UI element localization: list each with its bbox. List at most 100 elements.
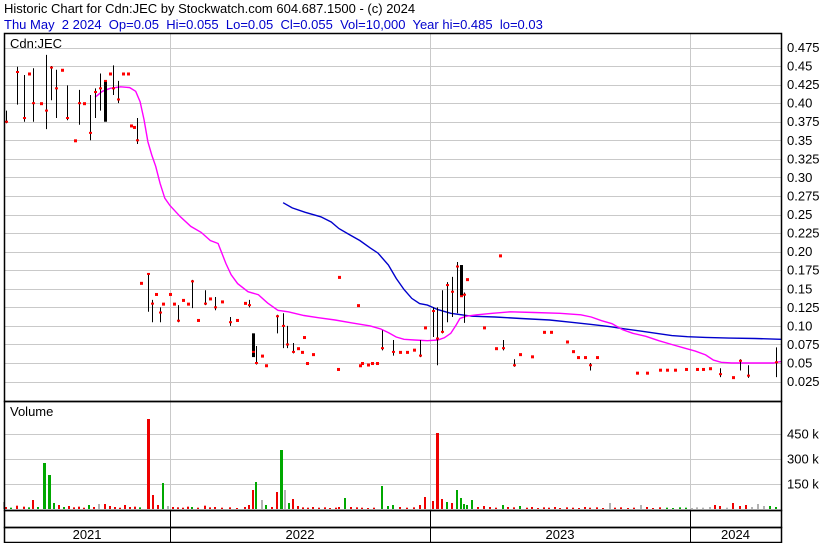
volume-bar bbox=[596, 507, 598, 509]
volume-bar bbox=[312, 507, 314, 509]
close-dot bbox=[297, 347, 300, 351]
volume-bar bbox=[297, 506, 299, 509]
volume-bar bbox=[271, 507, 273, 509]
volume-bar bbox=[559, 508, 561, 509]
volume-bar bbox=[157, 505, 159, 509]
volume-bar bbox=[335, 507, 337, 509]
volume-bar bbox=[614, 507, 616, 509]
volume-bar bbox=[114, 507, 116, 509]
volume-bar bbox=[221, 507, 223, 509]
close-dot bbox=[732, 376, 735, 380]
volume-bar bbox=[78, 506, 80, 509]
close-dot bbox=[122, 72, 125, 76]
volume-bar bbox=[318, 507, 320, 509]
volume-bar bbox=[248, 505, 250, 509]
close-tick bbox=[5, 120, 8, 123]
price-axis-label: 0.35 bbox=[787, 133, 812, 148]
volume-bar bbox=[578, 508, 580, 509]
volume-bar bbox=[531, 507, 533, 509]
volume-bar bbox=[672, 508, 674, 509]
close-tick bbox=[99, 87, 102, 90]
price-axis-label: 0.025 bbox=[787, 374, 820, 389]
close-tick bbox=[282, 324, 285, 327]
close-dot bbox=[584, 356, 587, 360]
volume-bar bbox=[609, 503, 611, 509]
volume-bar bbox=[104, 504, 106, 509]
volume-bar bbox=[292, 499, 294, 509]
year-label: 2024 bbox=[721, 527, 750, 542]
close-tick bbox=[94, 91, 97, 94]
volume-bar bbox=[68, 506, 70, 509]
volume-bar bbox=[543, 507, 545, 509]
volume-bar bbox=[83, 507, 85, 509]
close-dot bbox=[338, 275, 341, 279]
volume-bar bbox=[646, 507, 648, 509]
volume-bar bbox=[419, 505, 421, 509]
volume-axis-label: 450 k bbox=[787, 427, 819, 442]
volume-bar bbox=[751, 507, 753, 509]
close-tick bbox=[214, 306, 217, 309]
volume-bar bbox=[244, 507, 246, 509]
volume-bar bbox=[93, 507, 95, 509]
volume-bar bbox=[714, 505, 716, 509]
close-dot bbox=[209, 297, 212, 301]
close-dot bbox=[28, 72, 31, 76]
volume-bar bbox=[162, 483, 164, 509]
volume-bar bbox=[719, 506, 721, 509]
close-dot bbox=[312, 353, 315, 357]
close-dot bbox=[361, 362, 364, 366]
volume-bar bbox=[392, 505, 394, 509]
close-tick bbox=[419, 354, 422, 357]
close-tick bbox=[159, 311, 162, 314]
close-tick bbox=[229, 321, 232, 324]
price-axis-label: 0.425 bbox=[787, 77, 820, 92]
volume-bar bbox=[307, 507, 309, 509]
volume-bar bbox=[387, 506, 389, 509]
close-dot bbox=[306, 362, 309, 366]
volume-bar bbox=[236, 508, 238, 509]
volume-bar bbox=[276, 492, 278, 509]
volume-bar bbox=[5, 507, 7, 509]
volume-bar bbox=[627, 508, 629, 509]
volume-bar bbox=[172, 507, 174, 509]
close-tick bbox=[513, 364, 516, 367]
close-dot bbox=[371, 362, 374, 366]
volume-bar bbox=[726, 507, 728, 509]
close-tick bbox=[460, 295, 463, 298]
close-tick bbox=[23, 117, 26, 120]
volume-bar bbox=[413, 507, 415, 509]
volume-bar bbox=[88, 505, 90, 509]
volume-bar bbox=[666, 507, 668, 509]
close-tick bbox=[381, 347, 384, 350]
close-tick bbox=[151, 302, 154, 305]
volume-bar bbox=[53, 503, 55, 509]
close-tick bbox=[136, 139, 139, 142]
close-dot bbox=[596, 356, 599, 360]
volume-bar bbox=[361, 507, 363, 509]
volume-bar bbox=[477, 507, 479, 509]
close-tick bbox=[50, 66, 53, 69]
volume-bar bbox=[679, 507, 681, 509]
close-dot bbox=[709, 367, 712, 371]
volume-bar bbox=[652, 508, 654, 509]
volume-bar bbox=[602, 508, 604, 509]
volume-bar bbox=[98, 504, 100, 509]
volume-bar bbox=[451, 503, 453, 509]
volume-axis-label: 300 k bbox=[787, 452, 819, 467]
close-dot bbox=[261, 354, 264, 358]
volume-bar bbox=[548, 507, 550, 509]
volume-bar bbox=[381, 486, 383, 509]
volume-bar bbox=[338, 507, 340, 509]
volume-bar bbox=[769, 506, 771, 509]
close-tick bbox=[441, 330, 444, 333]
volume-bar bbox=[265, 505, 267, 509]
volume-bar bbox=[537, 508, 539, 509]
volume-bar bbox=[739, 506, 741, 509]
volume-bar bbox=[252, 490, 254, 509]
close-dot bbox=[413, 348, 416, 352]
volume-bar bbox=[129, 507, 131, 509]
close-tick bbox=[16, 70, 19, 73]
close-tick bbox=[55, 87, 58, 90]
close-dot bbox=[61, 68, 64, 72]
volume-bar bbox=[436, 433, 439, 509]
